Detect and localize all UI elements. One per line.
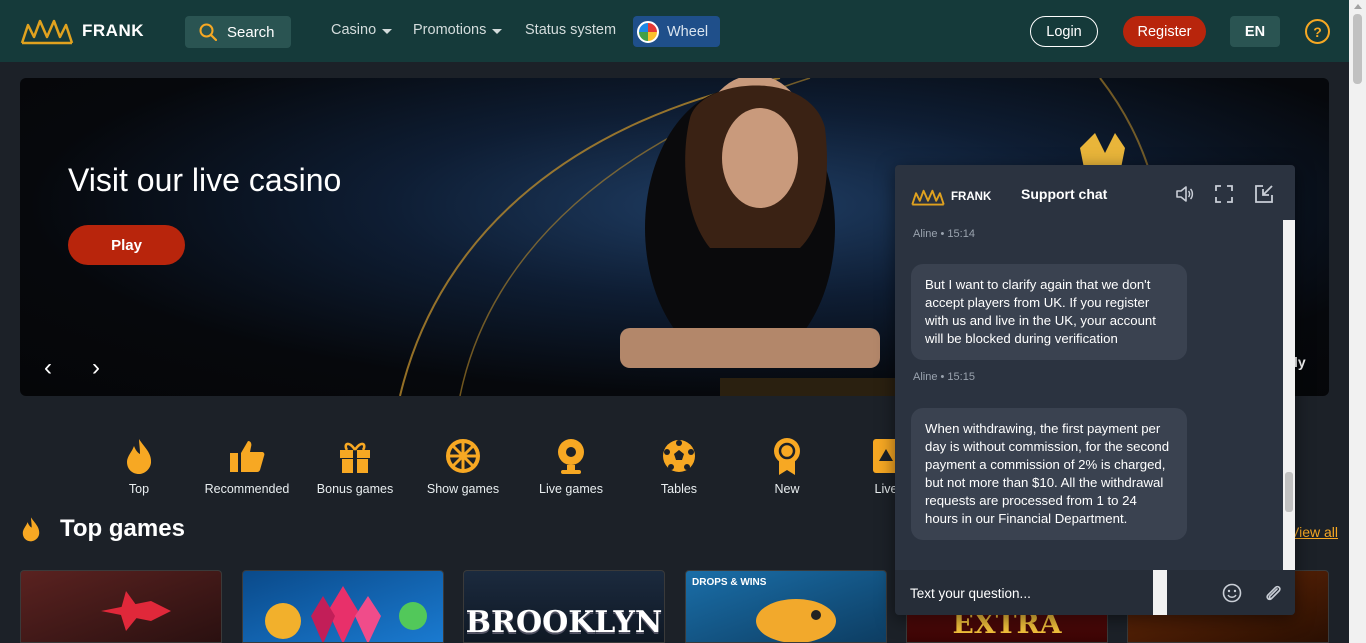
category-label: Show games [426,482,500,496]
category-label: New [774,482,800,496]
top-header: FRANK Search Casino Promotions Status sy… [0,0,1349,62]
game-tile-aviator[interactable] [20,570,222,643]
nav-casino-label: Casino [331,22,377,38]
chat-logo-text: FRANK [951,191,992,203]
chevron-left-icon[interactable]: ‹ [44,354,52,382]
chat-logo: FRANK [911,188,991,206]
attachment-icon[interactable] [1262,582,1284,604]
play-button[interactable]: Play [68,225,185,265]
nav-status-system-label: Status system [525,22,617,38]
category-show-games[interactable]: Show games [408,436,518,496]
crystal-art [265,586,427,642]
category-new[interactable]: New [732,436,842,496]
nav-status-system[interactable]: Status system [525,22,616,38]
category-bonus-games[interactable]: Bonus games [300,436,410,496]
support-chat-window: FRANK Support chat Aline • 15:14 But I w… [895,165,1295,615]
category-label: Bonus games [316,482,394,496]
nav-promotions[interactable]: Promotions [413,22,503,38]
search-icon [199,23,217,41]
nav-promotions-label: Promotions [413,22,487,38]
gift-icon [335,436,375,476]
banner-partial-text: ly [1294,354,1306,370]
message-meta: Aline • 15:14 [913,228,975,240]
chat-header: FRANK Support chat [895,165,1295,220]
input-scrollbar[interactable] [1153,570,1167,615]
minimize-icon[interactable] [1254,184,1274,204]
expand-icon[interactable] [1214,184,1234,204]
chevron-down-icon [492,28,503,34]
chevron-down-icon [382,28,393,34]
search-label: Search [227,23,275,41]
football-icon [659,436,699,476]
top-games-header: Top games [20,515,185,543]
language-button[interactable]: EN [1230,16,1280,47]
webcam-icon [551,436,591,476]
award-icon [767,436,807,476]
flame-icon [22,517,40,542]
banner-title: Visit our live casino [68,162,342,198]
airplane-icon [101,591,171,631]
view-all-link[interactable]: View all [1290,524,1338,540]
wheel-button[interactable]: Wheel [633,16,720,47]
page-scrollbar[interactable] [1349,0,1366,643]
wheel-label: Wheel [667,23,709,40]
category-tables[interactable]: Tables [624,436,734,496]
flame-icon [119,436,159,476]
chat-scrollbar[interactable] [1283,220,1295,570]
chevron-right-icon[interactable]: › [92,354,100,382]
category-label: Top [128,482,150,496]
register-button[interactable]: Register [1123,16,1206,47]
chat-input-area[interactable]: Text your question... [895,570,1295,615]
category-recommended[interactable]: Recommended [192,436,302,496]
message-bubble: When withdrawing, the first payment per … [911,408,1187,540]
category-top[interactable]: Top [84,436,194,496]
emoji-icon[interactable] [1221,582,1243,604]
login-button[interactable]: Login [1030,16,1098,47]
game-title: DROPS & WINS [692,577,767,588]
category-label: Live games [539,482,603,496]
chat-title: Support chat [1021,186,1108,202]
crown-icon [20,19,74,45]
thumbs-up-icon [227,436,267,476]
category-bar: Top Recommended Bonus games Show games L… [0,436,900,500]
chat-scrollbar-thumb[interactable] [1285,472,1293,512]
game-title: BROOKLYN [465,605,663,640]
search-button[interactable]: Search [185,16,291,48]
logo-text: FRANK [82,21,144,40]
game-tile-crystal[interactable] [242,570,444,643]
nav-casino[interactable]: Casino [331,22,393,38]
category-label: Tables [660,482,698,496]
chat-input-field[interactable]: Text your question... [910,586,1031,601]
fortune-wheel-icon [637,20,659,43]
scroll-up-arrow-icon[interactable] [1354,4,1362,9]
category-live-games[interactable]: Live games [516,436,626,496]
crown-icon [911,189,945,206]
game-tile-drops-wins[interactable]: DROPS & WINS [685,570,887,643]
sound-icon[interactable] [1174,184,1194,204]
message-meta: Aline • 15:15 [913,371,975,383]
top-games-title: Top games [60,515,185,542]
chat-messages: Aline • 15:14 But I want to clarify agai… [895,220,1283,570]
scrollbar-thumb[interactable] [1353,14,1362,84]
message-bubble: But I want to clarify again that we don'… [911,264,1187,360]
category-label: Recommended [204,482,290,496]
game-tile-brooklyn[interactable]: BROOKLYN [463,570,665,643]
frank-logo[interactable]: FRANK [20,17,144,45]
help-button[interactable]: ? [1305,19,1330,44]
wheel-icon [443,436,483,476]
